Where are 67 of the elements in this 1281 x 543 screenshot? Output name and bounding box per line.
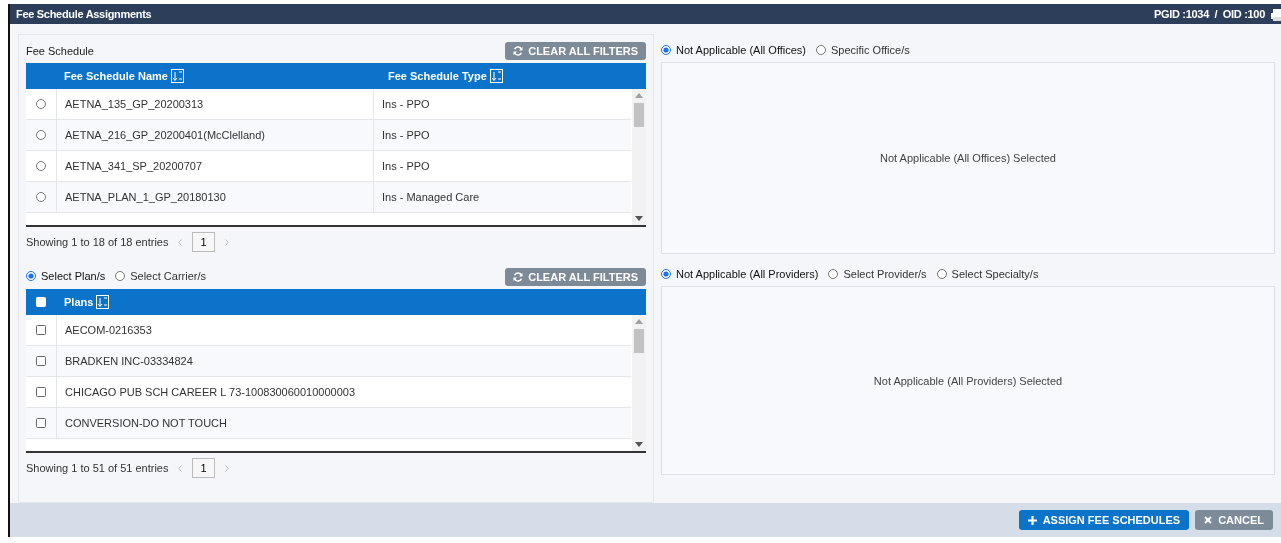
entries-info: Showing 1 to 18 of 18 entries	[26, 236, 169, 248]
radio-button[interactable]	[36, 161, 46, 171]
close-icon	[1204, 516, 1213, 524]
radio-option[interactable]: Specific Office/s	[816, 44, 910, 56]
window-title: Fee Schedule Assignments	[16, 8, 152, 20]
sort-icon[interactable]	[96, 295, 110, 309]
checkbox[interactable]	[36, 356, 46, 366]
column-header: Fee Schedule Name	[64, 70, 168, 82]
entries-info: Showing 1 to 51 of 51 entries	[26, 462, 169, 474]
table-cell: Ins - PPO	[382, 98, 430, 110]
table-cell: CONVERSION-DO NOT TOUCH	[65, 417, 227, 429]
scroll-up-icon[interactable]	[635, 319, 643, 324]
table-cell: BRADKEN INC-03334824	[65, 355, 193, 367]
scrollbar[interactable]	[632, 89, 646, 225]
radio-button[interactable]	[26, 271, 36, 281]
radio-button[interactable]	[816, 45, 827, 55]
plus-icon	[1027, 515, 1037, 525]
column-header: Fee Schedule Type	[388, 70, 487, 82]
scroll-down-icon[interactable]	[635, 442, 643, 447]
table-cell: AECOM-0216353	[65, 324, 152, 336]
option-label: Select Provider/s	[843, 268, 927, 280]
sort-icon[interactable]	[489, 69, 503, 83]
table-cell: AETNA_PLAN_1_GP_20180130	[65, 191, 226, 203]
print-icon[interactable]	[1271, 7, 1281, 21]
page-button[interactable]: 1	[192, 458, 215, 478]
radio-option[interactable]: Select Carrier/s	[115, 270, 206, 282]
radio-button[interactable]	[661, 269, 671, 279]
table-cell: CHICAGO PUB SCH CAREER L 73-100830060010000003	[65, 386, 356, 398]
checkbox[interactable]	[36, 418, 46, 428]
section-label: Fee Schedule	[26, 45, 94, 57]
scroll-up-icon[interactable]	[635, 93, 643, 98]
checkbox[interactable]	[36, 325, 46, 335]
refresh-icon	[513, 46, 524, 56]
radio-button[interactable]	[36, 99, 46, 109]
table-cell: AETNA_135_GP_20200313	[65, 98, 204, 110]
radio-button[interactable]	[661, 45, 671, 55]
column-header: Plans	[64, 296, 94, 308]
sort-icon[interactable]	[170, 69, 184, 83]
table-cell: AETNA_216_GP_20200401(McClelland)	[65, 129, 265, 141]
radio-button[interactable]	[36, 192, 46, 202]
status-message: Not Applicable (All Providers) Selected	[873, 374, 1063, 387]
cancel-button[interactable]: CANCEL	[1195, 510, 1273, 530]
ids-label: PGID :1034 / OID :100	[1153, 8, 1265, 20]
radio-button[interactable]	[828, 269, 839, 279]
scrollbar[interactable]	[632, 315, 646, 451]
option-label: Specific Office/s	[831, 44, 910, 56]
status-message: Not Applicable (All Offices) Selected	[880, 152, 1056, 164]
scroll-thumb[interactable]	[634, 329, 644, 353]
clear-filters-button[interactable]: CLEAR ALL FILTERS	[505, 42, 646, 60]
table-cell: Ins - Managed Care	[382, 191, 480, 203]
clear-filters-button[interactable]: CLEAR ALL FILTERS	[505, 268, 646, 286]
scroll-down-icon[interactable]	[635, 216, 643, 221]
table-cell: Ins - PPO	[382, 129, 430, 141]
table-cell: Ins - PPO	[382, 160, 430, 172]
radio-button[interactable]	[36, 130, 46, 140]
option-label: Select Plan/s	[41, 270, 106, 282]
scroll-thumb[interactable]	[634, 103, 644, 127]
radio-button[interactable]	[115, 271, 126, 281]
checkbox[interactable]	[36, 387, 46, 397]
table-cell: AETNA_341_SP_20200707	[65, 160, 202, 172]
radio-button[interactable]	[936, 269, 947, 279]
radio-option[interactable]: Select Plan/s	[26, 270, 106, 282]
assign-button[interactable]: ASSIGN FEE SCHEDULES	[1018, 510, 1190, 530]
option-label: Select Carrier/s	[130, 270, 206, 282]
refresh-icon	[513, 272, 524, 282]
page-button[interactable]: 1	[192, 232, 215, 252]
radio-option[interactable]: Select Provider/s	[828, 268, 927, 280]
